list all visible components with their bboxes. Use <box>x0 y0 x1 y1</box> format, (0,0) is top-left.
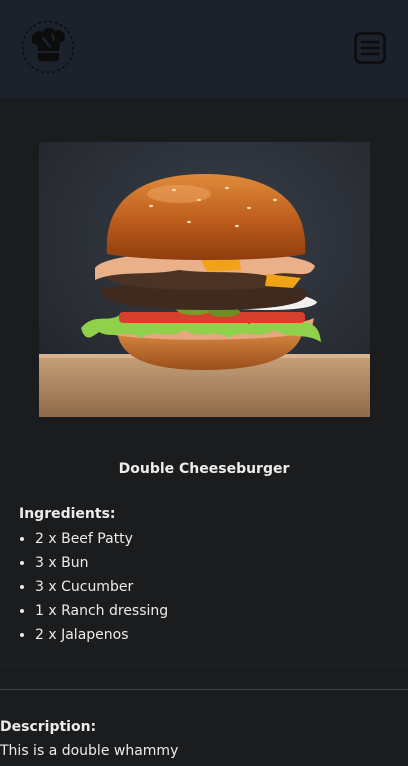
ingredient-item: 3 x Cucumber <box>35 575 168 599</box>
ingredients-list: 2 x Beef Patty 3 x Bun 3 x Cucumber 1 x … <box>0 527 168 647</box>
recipe-title: Double Cheeseburger <box>118 461 290 477</box>
ingredient-item: 3 x Bun <box>35 551 168 575</box>
section-divider <box>0 689 408 690</box>
section-divider-soft <box>0 665 408 666</box>
description-text: This is a double whammy <box>0 743 179 759</box>
description-heading: Description: <box>0 719 97 735</box>
app-header <box>0 0 408 98</box>
recipe-image <box>39 142 370 417</box>
hamburger-menu-icon[interactable] <box>353 31 387 65</box>
ingredients-heading: Ingredients: <box>19 506 116 522</box>
ingredient-item: 1 x Ranch dressing <box>35 599 168 623</box>
ingredient-item: 2 x Jalapenos <box>35 623 168 647</box>
chef-hat-icon[interactable] <box>19 20 77 74</box>
ingredient-item: 2 x Beef Patty <box>35 527 168 551</box>
